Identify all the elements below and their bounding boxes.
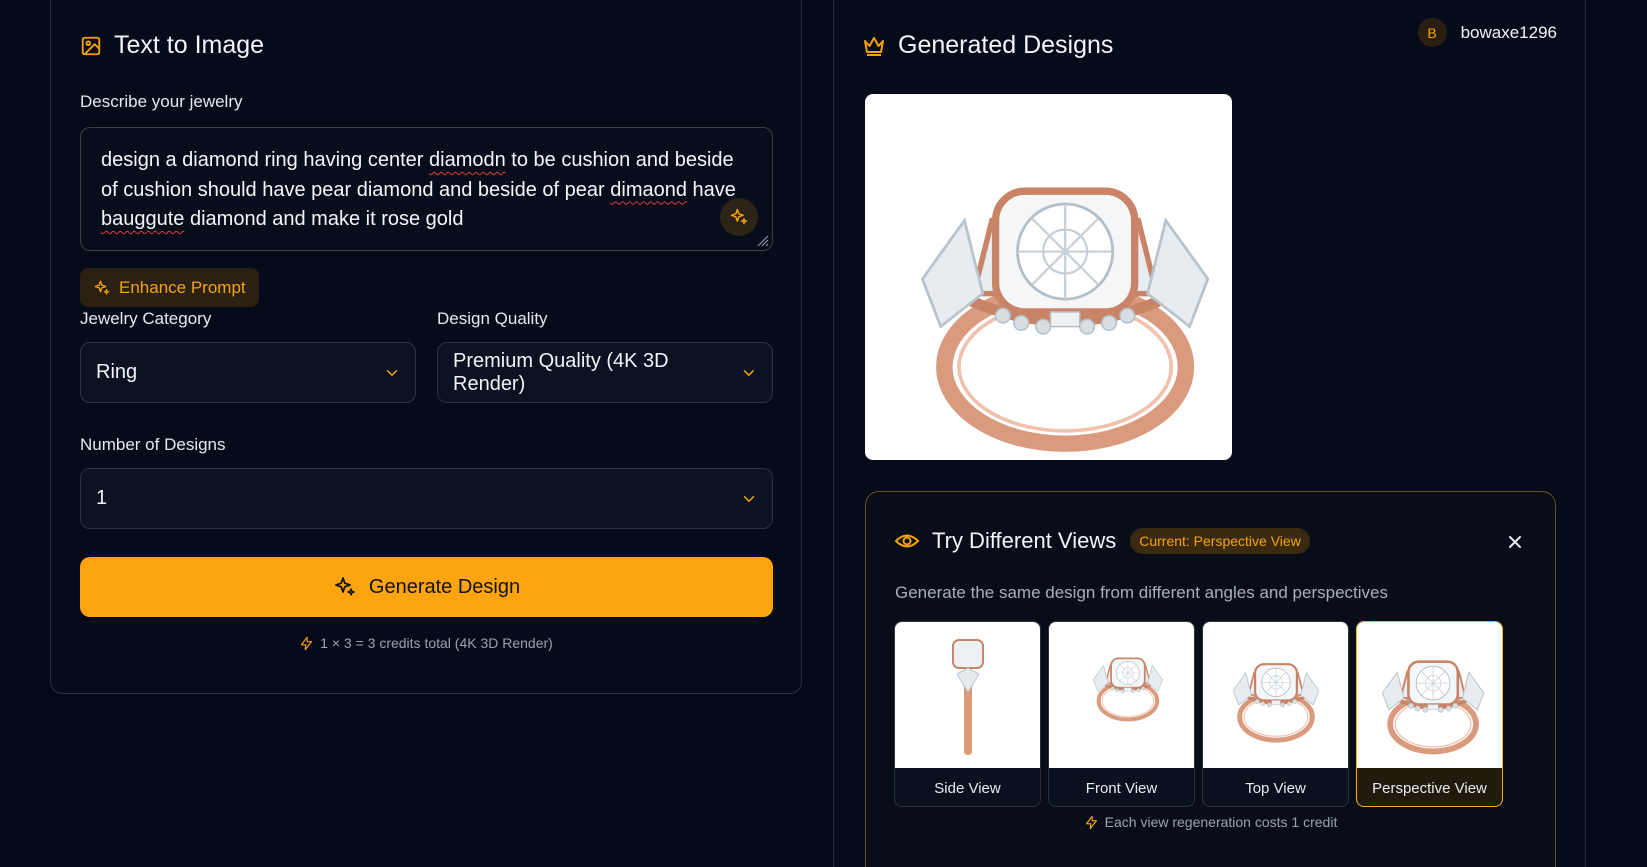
count-value: 1 <box>96 487 108 509</box>
current-view-badge: Current: Perspective View <box>1130 528 1310 554</box>
generated-ring-image[interactable] <box>865 94 1232 460</box>
side-view-thumbnail <box>895 622 1040 768</box>
chevron-down-icon <box>383 364 401 382</box>
sparkle-icon <box>729 207 749 227</box>
panel-title-label: Text to Image <box>114 31 265 59</box>
quality-value: Premium Quality (4K 3D Render) <box>453 349 669 395</box>
ring-image <box>865 94 1232 460</box>
panel-title-label: Generated Designs <box>898 31 1114 59</box>
ring-perspective-image <box>1365 627 1495 763</box>
chevron-down-icon <box>740 490 758 508</box>
user-menu[interactable]: B bowaxe1296 <box>1417 18 1557 47</box>
image-icon <box>80 35 102 57</box>
category-label: Jewelry Category <box>80 309 212 328</box>
perspective-view-thumbnail <box>1357 622 1502 768</box>
view-label: Perspective View <box>1372 779 1487 797</box>
prompt-textarea[interactable]: design a diamond ring having center diam… <box>80 127 773 251</box>
prompt-text: design a diamond ring having center diam… <box>101 149 736 230</box>
try-different-views-card: Try Different Views Current: Perspective… <box>865 491 1556 867</box>
view-option-top[interactable]: Top View <box>1202 621 1349 807</box>
generate-design-label: Generate Design <box>368 575 521 598</box>
generate-design-button[interactable]: Generate Design <box>80 557 773 617</box>
close-views-button[interactable] <box>1503 530 1527 554</box>
views-title: Try Different Views Current: Perspective… <box>894 528 1310 554</box>
enhance-prompt-button[interactable]: Enhance Prompt <box>80 268 259 307</box>
panel-title-text-to-image: Text to Image <box>80 31 264 60</box>
quality-label: Design Quality <box>437 309 548 328</box>
category-value: Ring <box>96 361 138 383</box>
views-title-label: Try Different Views <box>932 528 1117 553</box>
sparkle-icon <box>93 279 111 297</box>
panel-title-generated: Generated Designs <box>862 31 1113 60</box>
views-subtitle: Generate the same design from different … <box>895 583 1388 602</box>
view-label: Top View <box>1245 779 1306 797</box>
credits-text: 1 × 3 = 3 credits total (4K 3D Render) <box>320 635 553 651</box>
view-option-side[interactable]: Side View <box>894 621 1041 807</box>
view-cost-note: Each view regeneration costs 1 credit <box>866 814 1555 830</box>
view-label: Front View <box>1085 779 1158 797</box>
view-option-perspective[interactable]: Perspective View <box>1356 621 1503 807</box>
credits-note: 1 × 3 = 3 credits total (4K 3D Render) <box>51 635 801 651</box>
top-view-thumbnail <box>1203 622 1348 768</box>
view-option-front[interactable]: Front View <box>1048 621 1195 807</box>
bolt-icon <box>299 636 314 651</box>
ring-side-image <box>951 639 984 755</box>
quality-select[interactable]: Premium Quality (4K 3D Render) <box>437 342 773 403</box>
close-icon <box>1509 536 1521 548</box>
text-to-image-panel: Text to Image Describe your jewelry desi… <box>50 0 802 694</box>
describe-label: Describe your jewelry <box>80 92 243 111</box>
front-view-thumbnail <box>1049 622 1194 768</box>
bolt-icon <box>1084 815 1099 830</box>
crown-icon <box>862 35 886 57</box>
resize-handle-icon[interactable] <box>755 233 769 247</box>
view-label: Side View <box>934 779 1001 797</box>
category-select[interactable]: Ring <box>80 342 416 403</box>
sparkle-icon <box>333 575 357 599</box>
enhance-prompt-label: Enhance Prompt <box>119 277 246 297</box>
username: bowaxe1296 <box>1460 22 1557 42</box>
avatar: B <box>1417 18 1447 47</box>
chevron-down-icon <box>740 364 758 382</box>
magic-enhance-button[interactable] <box>720 198 758 236</box>
eye-icon <box>894 531 920 551</box>
count-label: Number of Designs <box>80 435 226 454</box>
ring-front-image <box>1057 635 1187 755</box>
count-select[interactable]: 1 <box>80 468 773 529</box>
view-cost-text: Each view regeneration costs 1 credit <box>1104 814 1338 830</box>
generated-designs-panel: Generated Designs B bowaxe1296 Try Diffe… <box>833 0 1586 867</box>
ring-top-image <box>1221 630 1331 760</box>
